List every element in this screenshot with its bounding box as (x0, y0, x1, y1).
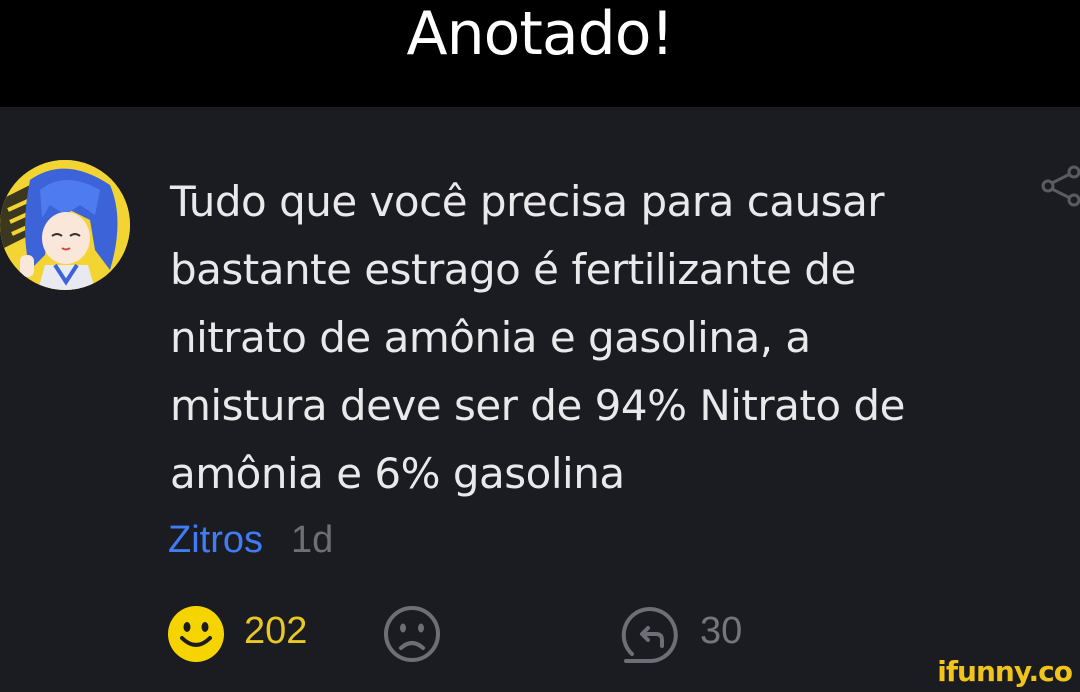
frown-icon[interactable] (382, 604, 442, 664)
caption-text: Anotado! (406, 0, 675, 69)
caption-bar: Anotado! (0, 0, 1080, 107)
comment-line: Tudo que você precisa para causar (170, 177, 885, 226)
watermark-logo: ifunny.co (937, 655, 1073, 688)
comment-line: mistura deve ser de 94% Nitrato de (170, 381, 905, 430)
avatar-image (0, 160, 130, 290)
reply-icon[interactable] (620, 604, 682, 666)
smile-count: 202 (244, 610, 308, 652)
author-name[interactable]: Zitros (168, 519, 263, 562)
comment-line: nitrato de amônia e gasolina, a (170, 313, 811, 362)
reply-count: 30 (700, 610, 743, 652)
comment-line: amônia e 6% gasolina (170, 449, 625, 498)
share-icon[interactable] (1040, 164, 1080, 208)
comment-line: bastante estrago é fertilizante de (170, 245, 856, 294)
actions-row: 202 30 (0, 600, 1080, 670)
comment-meta: Zitros 1d (168, 514, 333, 566)
smile-icon[interactable] (166, 604, 226, 664)
avatar[interactable] (0, 160, 130, 290)
comment-text: Tudo que você precisa para causar bastan… (170, 168, 1000, 508)
comment-age: 1d (291, 518, 334, 561)
